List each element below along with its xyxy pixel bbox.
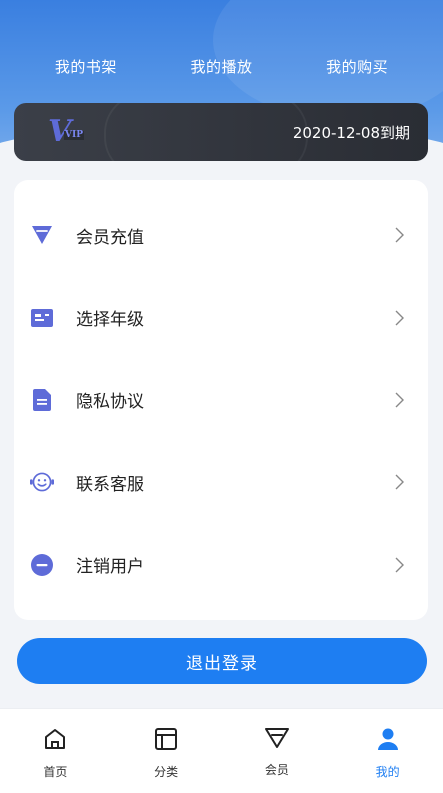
bottom-tabbar: 首页 分类 会员 我的 xyxy=(0,708,443,793)
menu-item-label: 选择年级 xyxy=(76,310,144,331)
home-icon xyxy=(43,727,67,755)
header-tabs: 我的书架 我的播放 我的购买 xyxy=(0,56,443,82)
tabbar-label: 会员 xyxy=(264,763,289,777)
minus-circle-icon xyxy=(30,553,54,577)
chevron-right-icon xyxy=(392,556,406,574)
vip-card[interactable]: V VIP 2020-12-08到期 xyxy=(14,103,428,161)
headset-icon xyxy=(30,470,54,494)
menu-item-privacy[interactable]: 隐私协议 xyxy=(14,359,428,441)
menu-item-label: 联系客服 xyxy=(76,474,144,495)
menu-item-recharge[interactable]: 会员充值 xyxy=(14,194,428,276)
tabbar-label: 首页 xyxy=(43,765,68,779)
tabbar-label: 我的 xyxy=(375,765,400,779)
tabbar-item-mine[interactable]: 我的 xyxy=(348,709,428,793)
id-card-icon xyxy=(30,306,54,330)
tabbar-item-vip[interactable]: 会员 xyxy=(237,709,317,793)
chevron-right-icon xyxy=(392,473,406,491)
tab-purchases[interactable]: 我的购买 xyxy=(326,56,388,82)
user-icon xyxy=(376,727,400,755)
menu-item-grade[interactable]: 选择年级 xyxy=(14,276,428,358)
menu-item-support[interactable]: 联系客服 xyxy=(14,441,428,523)
tabbar-item-home[interactable]: 首页 xyxy=(15,709,95,793)
vip-logo: V VIP xyxy=(48,117,84,147)
header-background xyxy=(0,0,443,200)
vip-expire-date: 2020-12-08到期 xyxy=(292,123,410,142)
menu-item-label: 会员充值 xyxy=(76,227,144,248)
menu-item-label: 注销用户 xyxy=(76,557,144,578)
menu-item-deactivate[interactable]: 注销用户 xyxy=(14,524,428,606)
tabbar-item-category[interactable]: 分类 xyxy=(126,709,206,793)
tab-playback[interactable]: 我的播放 xyxy=(190,56,252,82)
vip-logo-sub: VIP xyxy=(64,130,84,140)
document-icon xyxy=(30,388,54,412)
vip-diamond-icon xyxy=(264,727,290,753)
category-icon xyxy=(154,727,178,755)
menu-card: 会员充值 选择年级 隐私协议 联系客服 注销用户 xyxy=(14,180,428,620)
tab-bookshelf[interactable]: 我的书架 xyxy=(55,56,117,82)
menu-item-label: 隐私协议 xyxy=(76,392,144,413)
chevron-right-icon xyxy=(392,309,406,327)
chevron-right-icon xyxy=(392,391,406,409)
chevron-right-icon xyxy=(392,226,406,244)
diamond-icon xyxy=(30,223,54,247)
tabbar-label: 分类 xyxy=(154,765,179,779)
logout-button[interactable]: 退出登录 xyxy=(17,638,427,684)
